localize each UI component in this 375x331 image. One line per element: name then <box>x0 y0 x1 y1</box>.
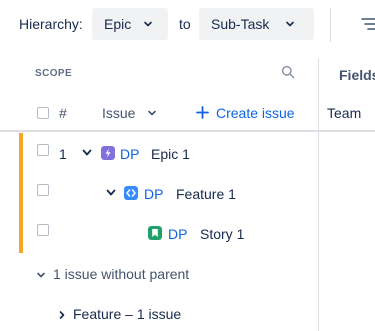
feature-icon <box>124 186 138 200</box>
issue-key[interactable]: DP <box>144 186 163 202</box>
scope-title: SCOPE <box>35 68 73 79</box>
row-checkbox[interactable] <box>37 224 49 236</box>
group-header-without-parent[interactable]: 1 issue without parent <box>0 261 318 289</box>
chevron-down-icon[interactable] <box>82 149 92 157</box>
chevron-down-icon <box>286 21 294 27</box>
hierarchy-to-label: to <box>179 16 191 32</box>
hierarchy-bar: Hierarchy: Epic to Sub-Task <box>0 0 375 50</box>
row-highlight-bar <box>19 173 23 213</box>
group-header-feature[interactable]: Feature – 1 issue <box>0 301 318 329</box>
issue-key[interactable]: DP <box>168 226 187 242</box>
search-icon[interactable] <box>281 65 295 79</box>
select-all-checkbox[interactable] <box>37 107 49 119</box>
row-number: 1 <box>59 146 67 162</box>
chevron-down-icon[interactable] <box>36 270 46 280</box>
chevron-down-icon[interactable] <box>106 189 116 197</box>
table-row[interactable]: DP Story 1 <box>0 213 375 253</box>
row-checkbox[interactable] <box>37 184 49 196</box>
table-row[interactable]: 1 DP Epic 1 <box>0 133 375 173</box>
hierarchy-label: Hierarchy: <box>19 16 83 32</box>
plan-view: Hierarchy: Epic to Sub-Task SCOPE Fields <box>0 0 375 331</box>
row-highlight-bar <box>19 133 23 173</box>
hierarchy-from-value: Epic <box>104 16 132 32</box>
row-highlight-bar <box>19 213 23 253</box>
team-column-header: Team <box>327 105 362 121</box>
fields-title: Fields <box>339 67 375 83</box>
issue-summary[interactable]: Story 1 <box>200 226 244 242</box>
plus-icon[interactable] <box>196 106 209 119</box>
chevron-down-icon[interactable] <box>147 108 157 118</box>
number-column-header: # <box>59 105 67 121</box>
chevron-down-icon <box>144 21 152 27</box>
table-row[interactable]: DP Feature 1 <box>0 173 375 213</box>
group-label[interactable]: Feature – 1 issue <box>73 306 181 322</box>
group-label[interactable]: 1 issue without parent <box>53 266 189 282</box>
filter-icon[interactable] <box>361 17 375 31</box>
issue-column-header[interactable]: Issue <box>102 105 135 121</box>
story-icon <box>148 226 162 240</box>
row-checkbox[interactable] <box>37 144 49 156</box>
issue-summary[interactable]: Feature 1 <box>176 186 236 202</box>
chevron-right-icon[interactable] <box>57 310 67 320</box>
hierarchy-to-select[interactable]: Sub-Task <box>199 8 314 40</box>
issue-summary[interactable]: Epic 1 <box>151 146 190 162</box>
create-issue-button[interactable]: Create issue <box>216 105 295 121</box>
hierarchy-from-select[interactable]: Epic <box>92 8 168 40</box>
toolbar-divider <box>330 8 331 42</box>
epic-icon <box>101 146 115 160</box>
hierarchy-to-value: Sub-Task <box>211 16 270 32</box>
issue-key[interactable]: DP <box>120 146 139 162</box>
table-header: # Issue Create issue Team <box>0 94 375 132</box>
